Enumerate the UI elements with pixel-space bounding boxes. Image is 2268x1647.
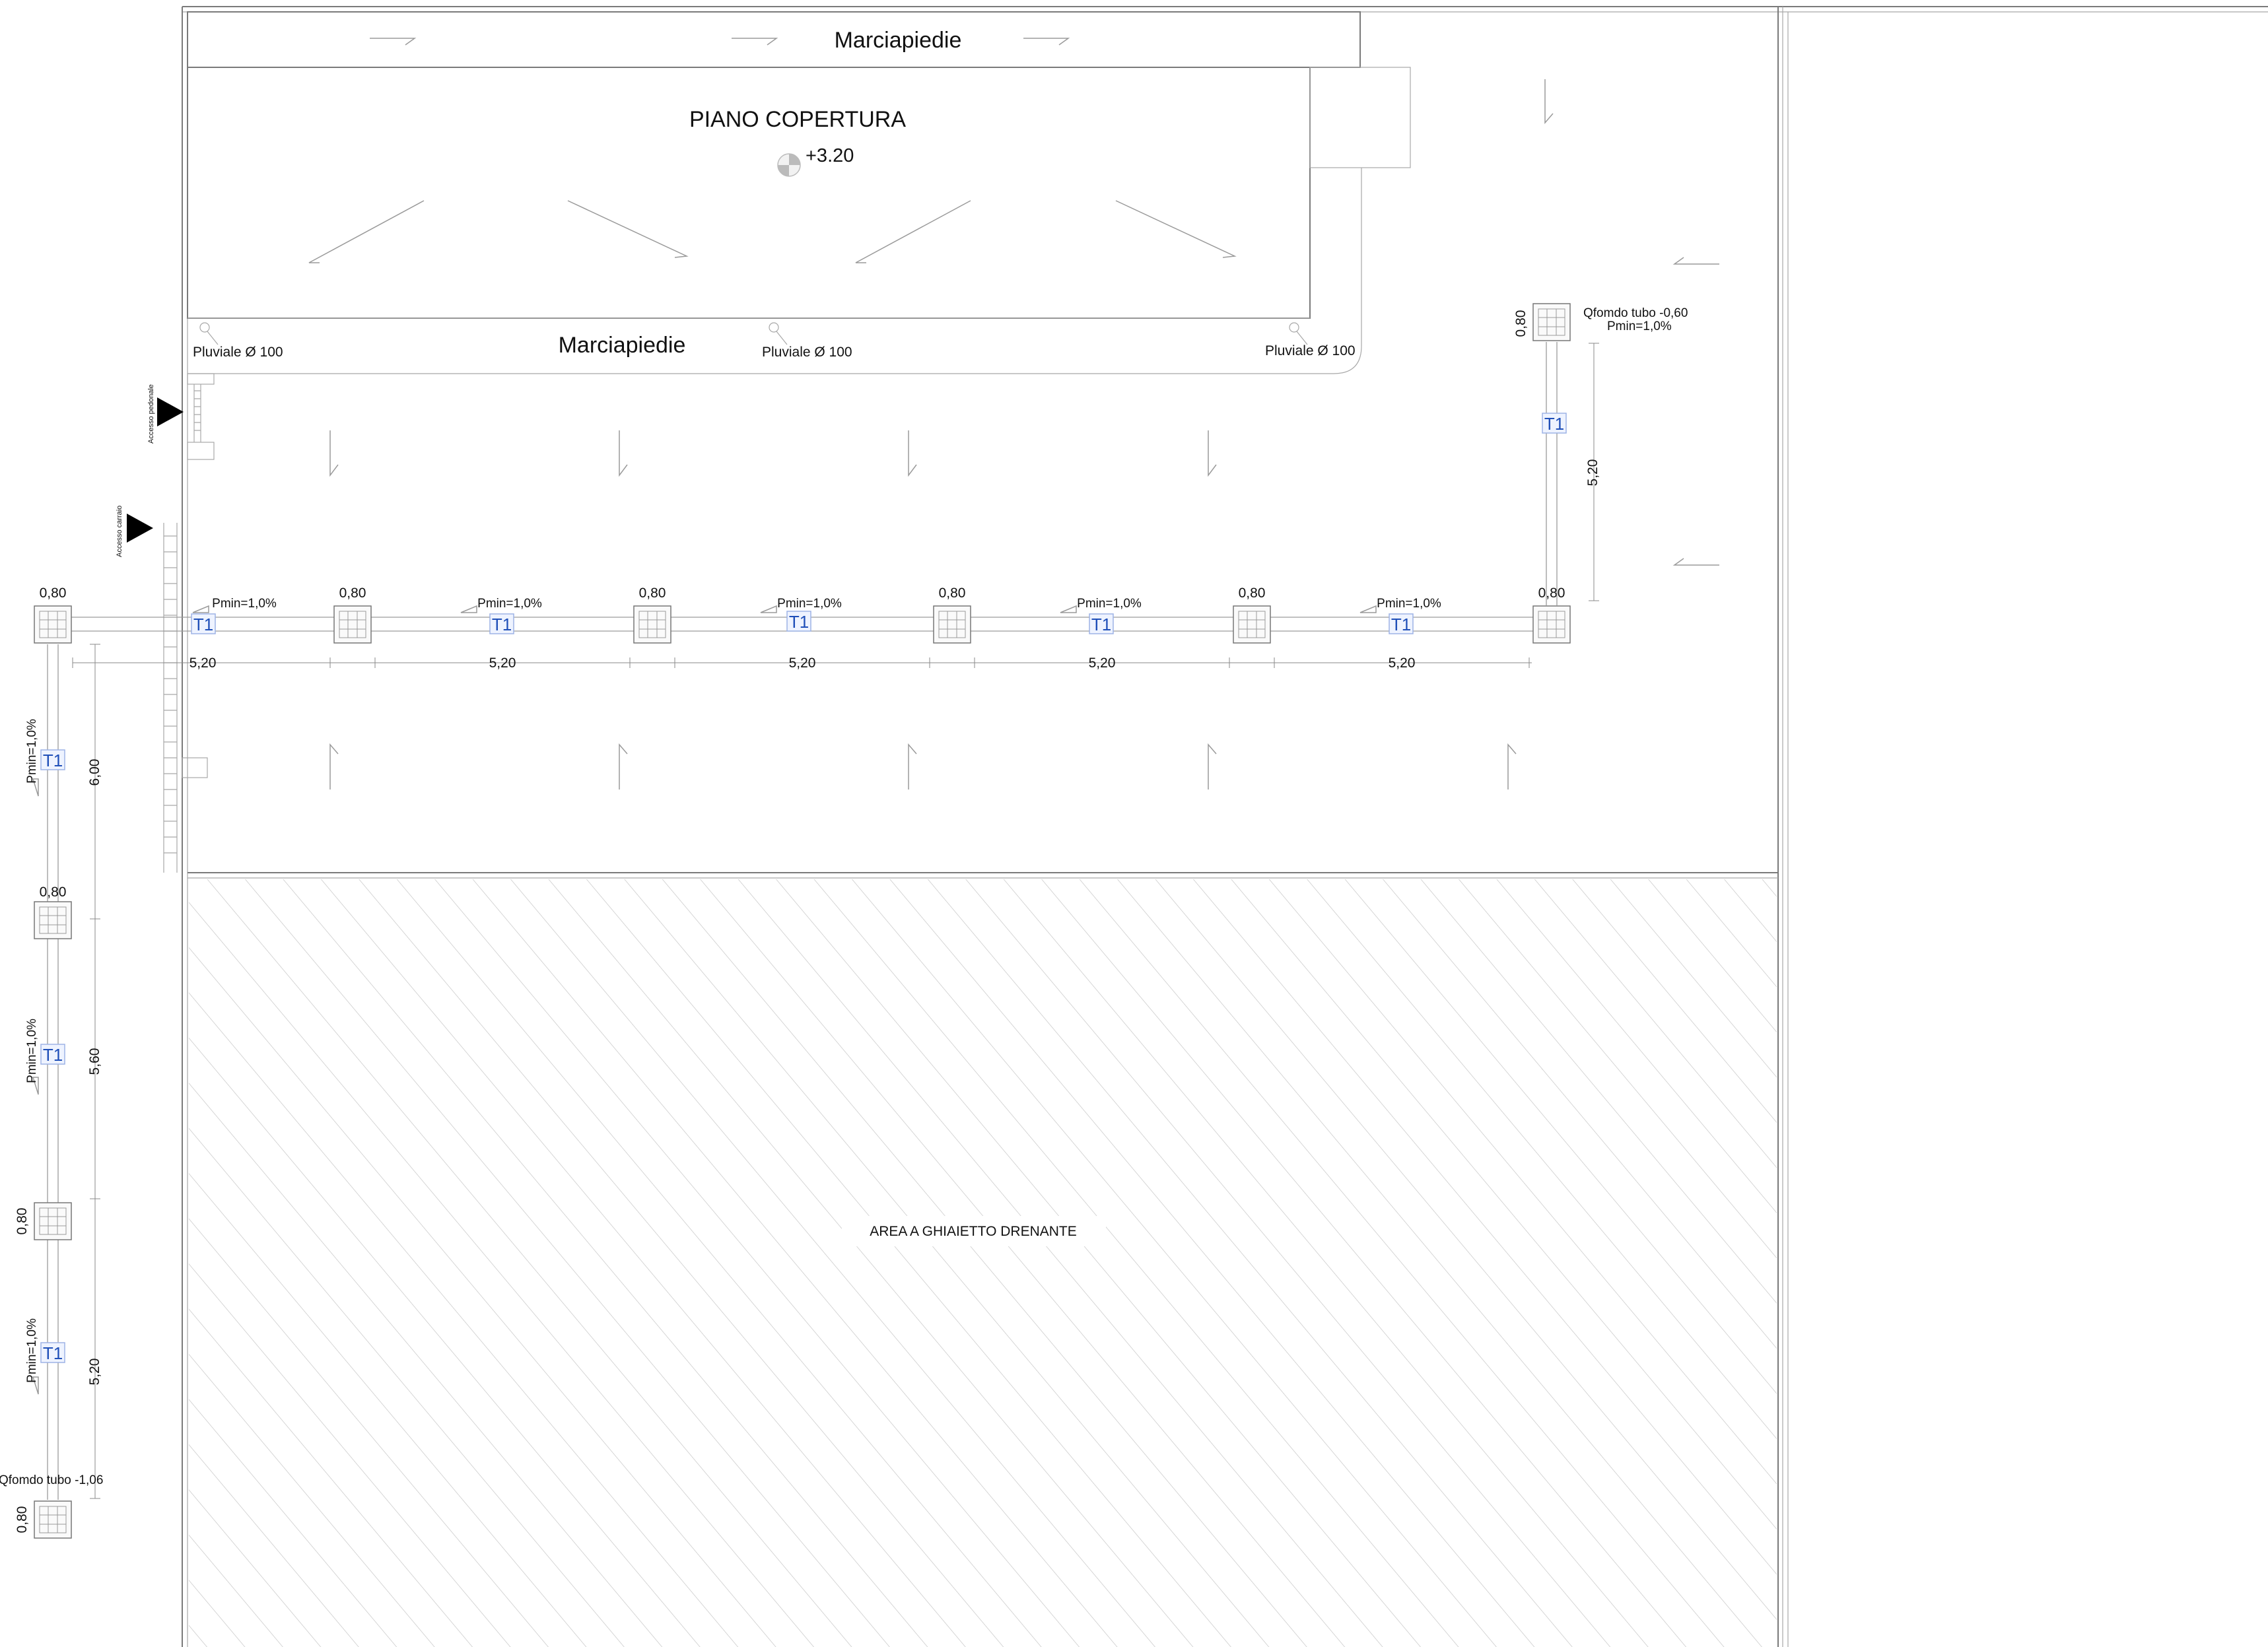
pipe-tag: T1 [789,612,809,632]
well-size-label: 0,80 [939,586,966,601]
slope-label: Pmin=1,0% [777,597,842,611]
pipe-tag: T1 [492,615,512,634]
manhole-well [34,1202,72,1240]
roof-label: PIANO COPERTURA [689,107,906,132]
access-vehicle-label: Accesso carraio [116,506,123,557]
pipe-tag: T1 [43,751,63,770]
well-size-label: 0,80 [339,586,366,601]
span-dimension: 5,20 [1389,655,1416,671]
pipe-tag: T1 [1091,615,1111,634]
building-outline [187,11,1411,374]
span-dimension: 5,20 [87,1359,102,1386]
access-pedestrian-label: Accesso pedonale [147,384,155,444]
gravel-area-label: AREA A GHIAIETTO DRENANTE [870,1224,1077,1239]
access-arrow-icon [157,397,184,426]
span-dimension: 5,20 [1089,655,1116,671]
span-dimension: 5,20 [189,655,217,671]
downpipe-label-3: Pluviale Ø 100 [1265,343,1356,358]
well-size-label: 0,80 [15,1208,30,1235]
span-dimension: 5,60 [87,1048,102,1075]
manhole-well [333,605,372,644]
pipe-tag: T1 [1391,615,1411,634]
slope-label: Pmin=1,0% [212,597,277,611]
gravel-area-hatch [189,879,1777,1647]
pipe-tag: T1 [193,615,213,634]
left-vertical-pipe [47,644,59,1500]
slope-label: Pmin=1,0% [25,1019,39,1083]
vehicle-gate [163,523,208,873]
span-dimension: 5,20 [789,655,816,671]
sidewalk-bottom-label: Marciapiedie [559,333,686,358]
manhole-well [34,901,72,939]
pipe-tag: T1 [1544,414,1564,434]
well-size-label: 0,80 [1239,586,1266,601]
drainage-plan: Marciapiedie PIANO COPERTURA +3.20 Marci… [0,6,2268,1647]
well-size-label: 0,80 [639,586,666,601]
downpipe-marker-icon [199,322,1308,345]
roof-level: +3.20 [806,145,854,166]
manhole-well [1532,303,1571,341]
access-arrow-icon [127,514,153,543]
manhole-well [1532,605,1571,644]
span-dimension: 6,00 [87,759,102,786]
flow-arrows-yard [329,257,1719,790]
roof-slope-arrows [308,200,1237,263]
manhole-well [34,605,72,644]
slope-label: Pmin=1,0% [477,597,542,611]
span-dimension: 5,20 [489,655,516,671]
slope-label: Pmin=1,0% [25,1318,39,1383]
sidewalk-top-label: Marciapiedie [835,28,962,53]
pipe-tag: T1 [43,1045,63,1065]
right-well-slope: Pmin=1,0% [1607,319,1672,333]
well-size-label: 0,80 [40,885,67,900]
slope-label: Pmin=1,0% [1377,597,1441,611]
pipe-tag: T1 [43,1343,63,1363]
manhole-well [933,605,971,644]
well-size-label: 0,80 [40,586,67,601]
slope-label: Pmin=1,0% [1077,597,1142,611]
bottom-well-note: Qfomdo tubo -1,06 [0,1473,103,1487]
well-size-label: 0,80 [1538,586,1565,601]
manhole-well [633,605,671,644]
span-dimension: 5,20 [1585,459,1600,487]
manhole-well [1233,605,1271,644]
downpipe-label-1: Pluviale Ø 100 [193,345,283,360]
level-marker-icon [777,153,801,177]
right-well-note: Qfomdo tubo -0,60 [1583,306,1688,320]
left-slope-arrow-icons [32,778,39,1395]
downpipe-label-2: Pluviale Ø 100 [762,345,852,360]
well-size-label: 0,80 [15,1506,30,1533]
well-size-label: 0,80 [1513,310,1529,337]
slope-label: Pmin=1,0% [25,719,39,784]
pedestrian-gate [187,373,215,460]
manhole-well [34,1500,72,1539]
